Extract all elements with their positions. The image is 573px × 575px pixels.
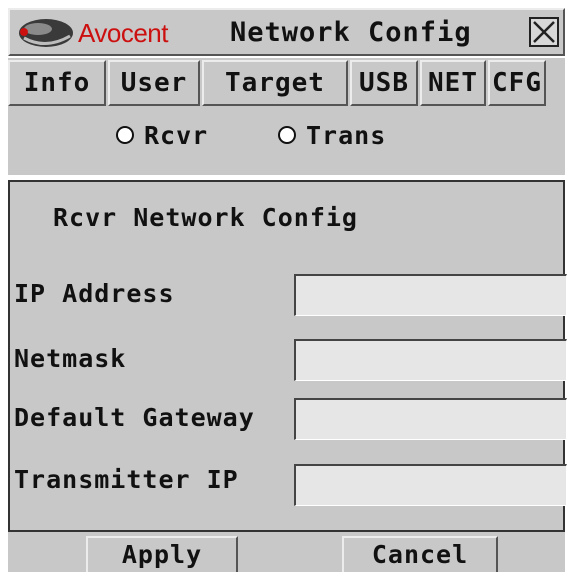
- apply-button[interactable]: Apply: [86, 536, 238, 572]
- mode-selector: Rcvr Trans: [8, 110, 565, 175]
- radio-rcvr[interactable]: Rcvr: [116, 118, 208, 154]
- ip-address-field[interactable]: [294, 274, 567, 316]
- tab-info[interactable]: Info: [8, 60, 106, 106]
- cancel-button[interactable]: Cancel: [342, 536, 498, 572]
- network-config-panel: Rcvr Network Config IP Address Netmask D…: [8, 180, 567, 532]
- radio-circle-icon: [278, 126, 296, 144]
- panel-title: Rcvr Network Config: [53, 203, 358, 232]
- brand-name: Avocent: [78, 18, 168, 48]
- avocent-logo-icon: [19, 19, 73, 47]
- tab-user[interactable]: User: [108, 60, 200, 106]
- close-icon: [533, 21, 555, 43]
- close-button[interactable]: [529, 17, 559, 47]
- transmitter-ip-field[interactable]: [294, 464, 567, 506]
- tab-bar: Info User Target USB NET CFG: [8, 58, 565, 110]
- ip-address-label: IP Address: [14, 279, 175, 308]
- radio-circle-icon: [116, 126, 134, 144]
- radio-rcvr-label: Rcvr: [144, 121, 209, 150]
- tab-net[interactable]: NET: [420, 60, 486, 106]
- tab-target[interactable]: Target: [202, 60, 348, 106]
- transmitter-ip-label: Transmitter IP: [14, 465, 239, 494]
- button-bar: Apply Cancel: [8, 532, 565, 572]
- window-title: Network Config: [230, 17, 472, 48]
- default-gateway-label: Default Gateway: [14, 403, 255, 432]
- netmask-field[interactable]: [294, 339, 567, 381]
- title-bar: Avocent Network Config: [8, 8, 565, 56]
- netmask-label: Netmask: [14, 344, 127, 373]
- default-gateway-field[interactable]: [294, 398, 567, 440]
- tab-cfg[interactable]: CFG: [488, 60, 546, 106]
- radio-trans[interactable]: Trans: [278, 118, 386, 154]
- tab-usb[interactable]: USB: [350, 60, 418, 106]
- radio-trans-label: Trans: [306, 121, 387, 150]
